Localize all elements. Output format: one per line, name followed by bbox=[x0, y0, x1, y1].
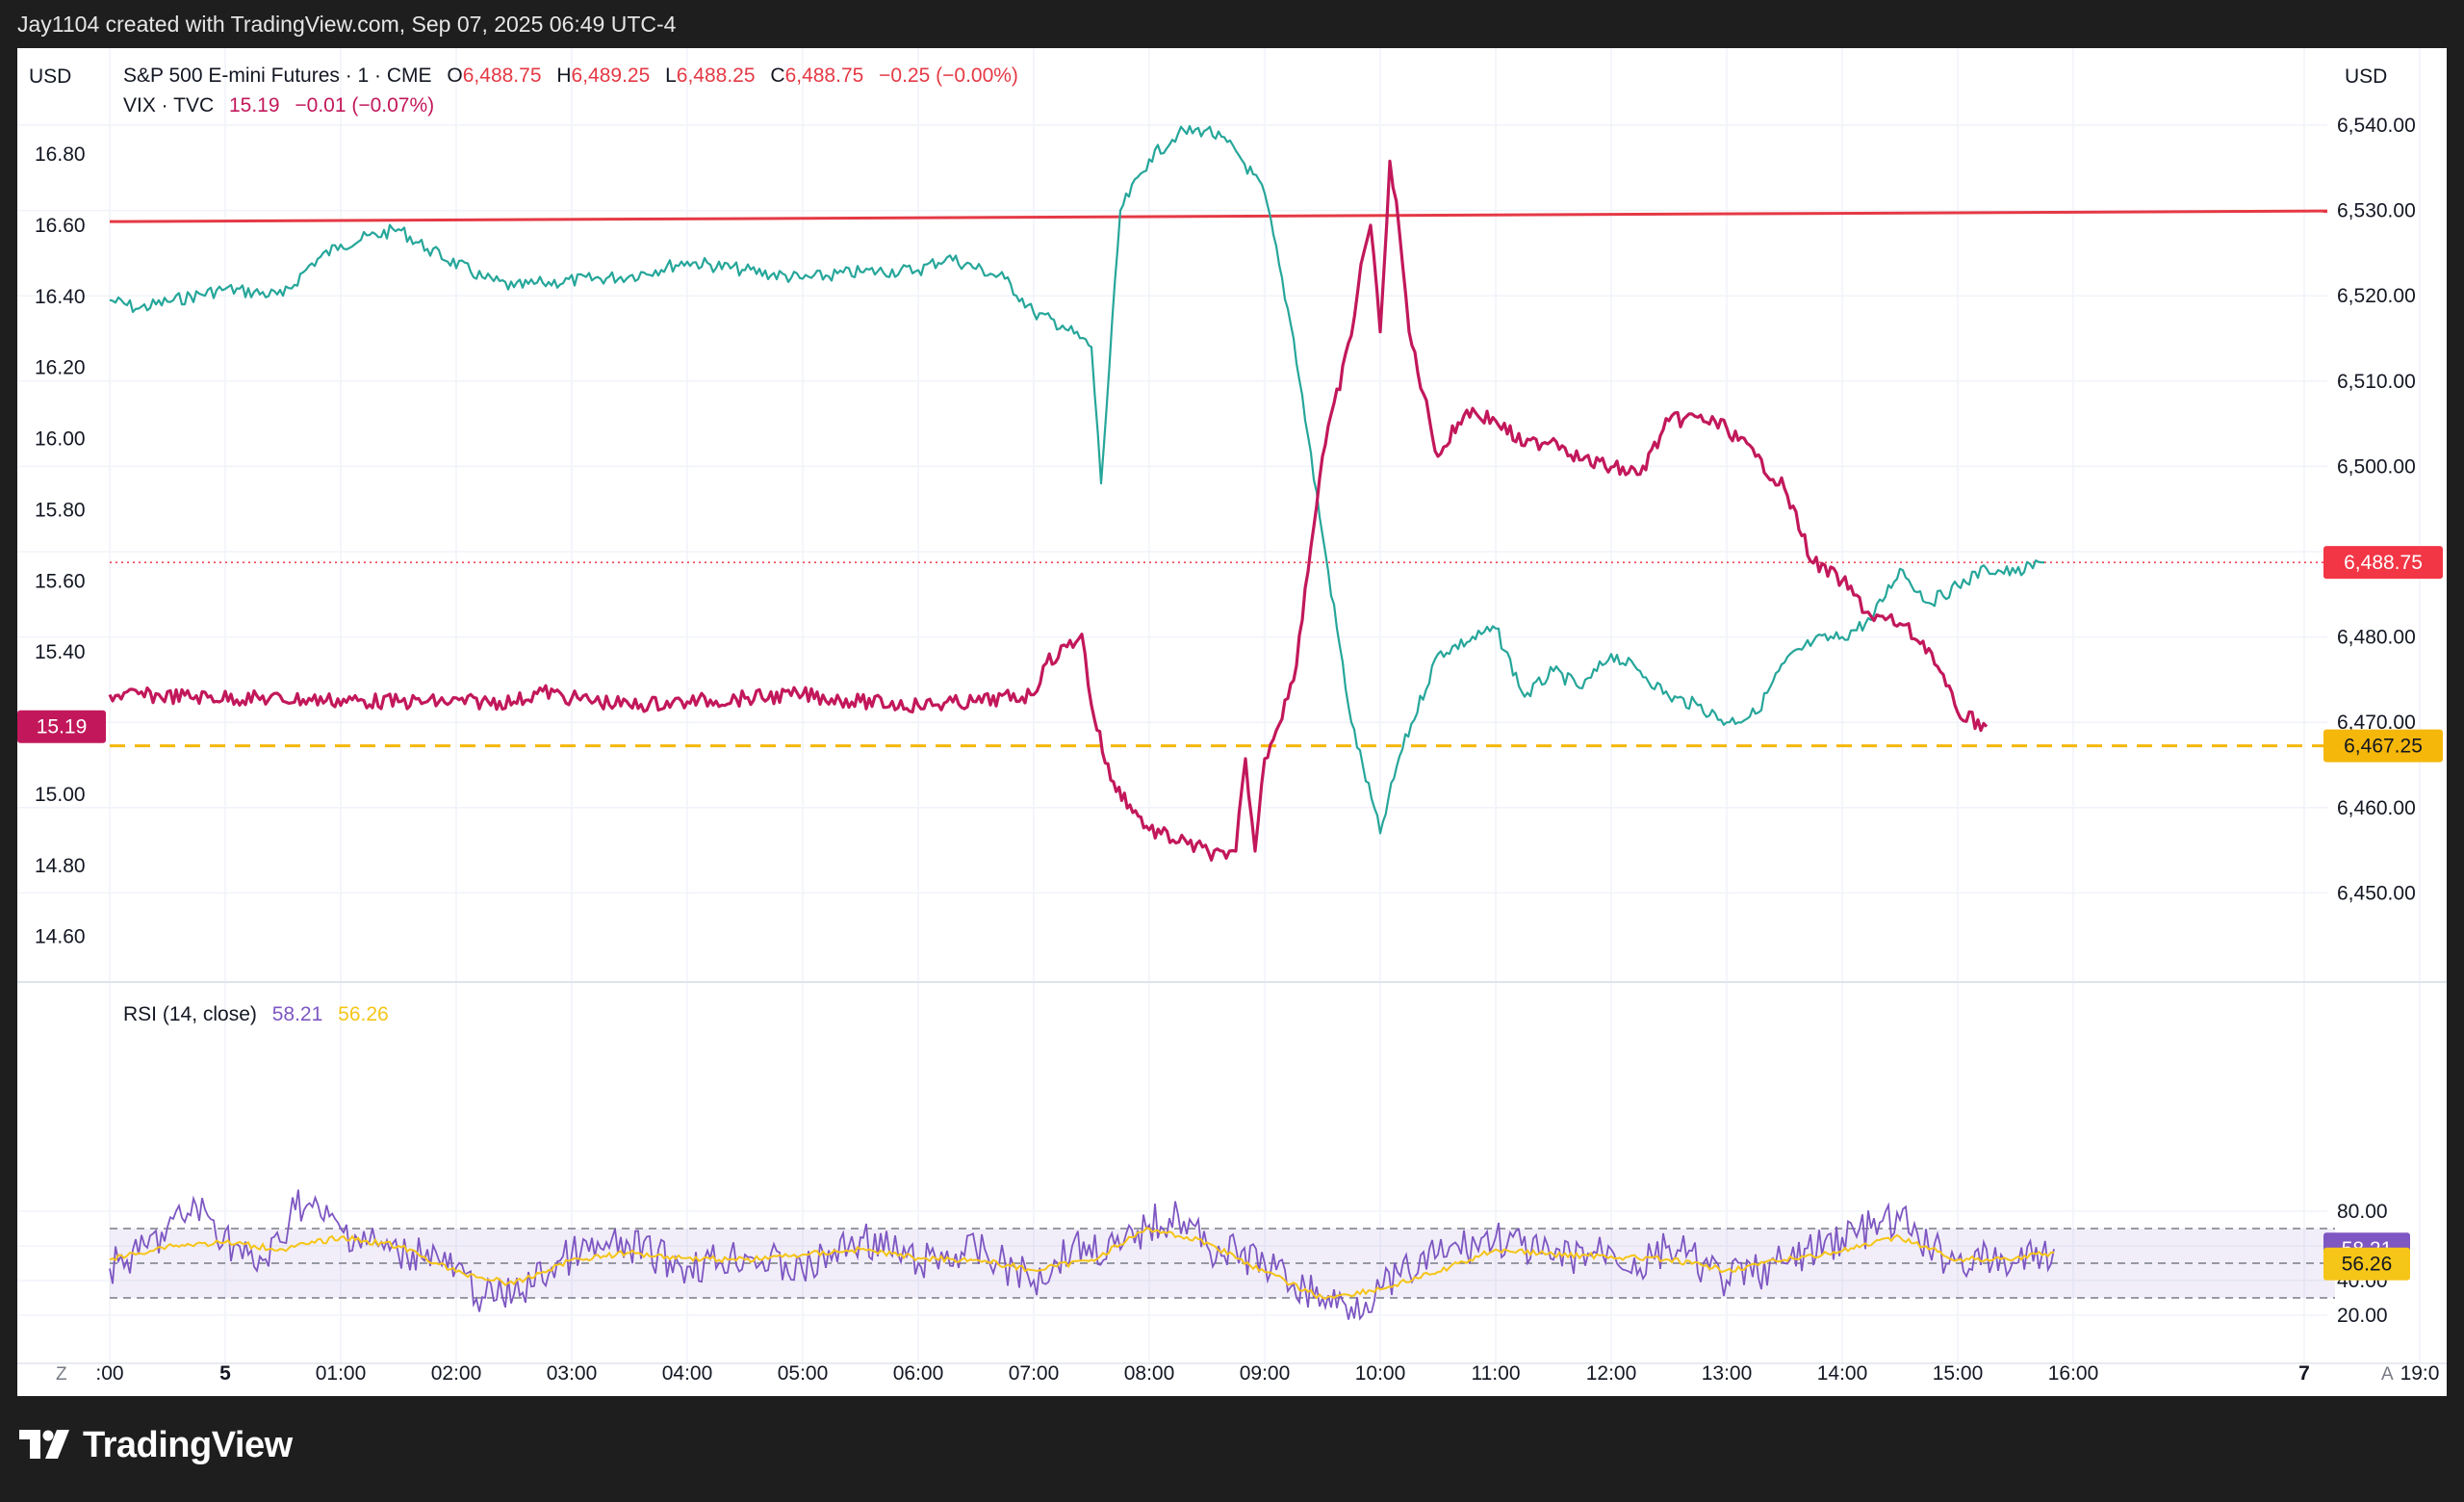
right-currency-label[interactable]: USD bbox=[2345, 65, 2387, 88]
attribution-bar: Jay1104 created with TradingView.com, Se… bbox=[0, 0, 2464, 48]
tradingview-logo-icon bbox=[19, 1429, 69, 1459]
time-axis-tick: 11:00 bbox=[1472, 1362, 1521, 1385]
z-button[interactable]: Z bbox=[56, 1364, 67, 1385]
rsi-axis-tick: 80.00 bbox=[2337, 1201, 2388, 1223]
time-axis-tick: 12:00 bbox=[1586, 1362, 1637, 1385]
change-value: −0.25 (−0.00%) bbox=[879, 65, 1018, 87]
right-axis-tick: 6,520.00 bbox=[2337, 285, 2416, 307]
left-axis-tick: 15.40 bbox=[35, 641, 86, 663]
left-axis-tick: 14.60 bbox=[35, 926, 86, 948]
low-label: L bbox=[665, 65, 677, 87]
left-axis-tick: 14.80 bbox=[35, 855, 86, 877]
time-axis-tick: 09:00 bbox=[1240, 1362, 1291, 1385]
left-axis-tick: 16.60 bbox=[35, 215, 86, 237]
footer-bar bbox=[0, 1396, 2464, 1502]
rsi-legend: RSI (14, close) 58.21 56.26 bbox=[123, 1003, 389, 1025]
high-label: H bbox=[556, 65, 571, 87]
left-axis-tick: 16.40 bbox=[35, 286, 86, 308]
time-axis-tick: 5 bbox=[219, 1362, 231, 1385]
close-label: C bbox=[770, 65, 784, 87]
axis-badges: 6,488.75 6,467.25 15.19 58.21 56.26 bbox=[17, 546, 2443, 1281]
open-label: O bbox=[447, 65, 462, 87]
open-value: 6,488.75 bbox=[463, 65, 542, 87]
vix-symbol-label[interactable]: VIX · TVC bbox=[123, 94, 214, 117]
rsi-ma-value: 56.26 bbox=[338, 1003, 389, 1025]
right-axis-tick: 6,500.00 bbox=[2337, 455, 2416, 478]
time-axis-tick: 01:00 bbox=[316, 1362, 367, 1385]
time-axis-tick: 07:00 bbox=[1009, 1362, 1060, 1385]
rsi-ma-badge: 56.26 bbox=[2342, 1254, 2393, 1276]
chart-panel[interactable]: 16.80 16.60 16.40 16.20 16.00 15.80 15.60 15.40… bbox=[17, 48, 2447, 1396]
right-axis-tick: 6,530.00 bbox=[2337, 200, 2416, 222]
left-axis-tick: 16.80 bbox=[35, 143, 86, 166]
time-axis-tick: 19:0 bbox=[2400, 1362, 2440, 1385]
axis-ticks: 16.80 16.60 16.40 16.20 16.00 15.80 15.60 15.40… bbox=[35, 115, 2439, 1385]
time-axis-tick: 15:00 bbox=[1933, 1362, 1984, 1385]
vix-value: 15.19 bbox=[229, 94, 280, 117]
time-axis-tick: :00 bbox=[95, 1362, 123, 1385]
low-value: 6,488.25 bbox=[677, 65, 756, 87]
time-axis-tick: 04:00 bbox=[662, 1362, 713, 1385]
vix-badge: 15.19 bbox=[37, 716, 88, 738]
rsi-value: 58.21 bbox=[272, 1003, 323, 1025]
left-axis-tick: 16.00 bbox=[35, 428, 86, 451]
time-axis-tick: 08:00 bbox=[1124, 1362, 1175, 1385]
time-axis-tick: 10:00 bbox=[1355, 1362, 1406, 1385]
left-axis-tick: 15.00 bbox=[35, 784, 86, 806]
right-axis-tick: 6,480.00 bbox=[2337, 627, 2416, 649]
time-axis-tick: 14:00 bbox=[1817, 1362, 1868, 1385]
vix-legend: VIX · TVC 15.19 −0.01 (−0.07%) bbox=[123, 94, 434, 117]
time-axis-tick: 02:00 bbox=[431, 1362, 482, 1385]
chart-svg[interactable]: 16.80 16.60 16.40 16.20 16.00 15.80 15.60 15.40… bbox=[17, 48, 2447, 1396]
a-button[interactable]: A bbox=[2381, 1364, 2394, 1385]
resistance-trendline[interactable] bbox=[109, 209, 2328, 223]
time-axis-tick: 03:00 bbox=[547, 1362, 598, 1385]
rsi-axis-tick: 20.00 bbox=[2337, 1305, 2388, 1327]
vix-series[interactable] bbox=[108, 159, 1989, 862]
main-legend: S&P 500 E-mini Futures · 1 · CME O6,488.… bbox=[123, 65, 1018, 87]
support-badge: 6,467.25 bbox=[2344, 736, 2423, 758]
vix-change: −0.01 (−0.07%) bbox=[295, 94, 434, 117]
main-symbol-label[interactable]: S&P 500 E-mini Futures · 1 · CME bbox=[123, 65, 432, 87]
time-axis-tick: 7 bbox=[2298, 1362, 2310, 1385]
right-axis-tick: 6,460.00 bbox=[2337, 797, 2416, 819]
tradingview-logo[interactable]: TradingView bbox=[19, 1425, 293, 1466]
attribution-text: Jay1104 created with TradingView.com, Se… bbox=[17, 12, 677, 37]
rsi-title[interactable]: RSI (14, close) bbox=[123, 1003, 257, 1025]
left-axis-tick: 15.80 bbox=[35, 499, 86, 521]
right-axis-tick: 6,450.00 bbox=[2337, 882, 2416, 904]
time-axis-tick: 05:00 bbox=[778, 1362, 829, 1385]
left-axis-tick: 15.60 bbox=[35, 570, 86, 592]
es-price-series[interactable] bbox=[109, 124, 2045, 835]
price-badge: 6,488.75 bbox=[2344, 552, 2423, 574]
close-value: 6,488.75 bbox=[785, 65, 864, 87]
time-axis-tick: 13:00 bbox=[1702, 1362, 1753, 1385]
right-axis-tick: 6,540.00 bbox=[2337, 115, 2416, 137]
time-axis-tick: 16:00 bbox=[2048, 1362, 2099, 1385]
time-axis-tick: 06:00 bbox=[893, 1362, 944, 1385]
left-axis-tick: 16.20 bbox=[35, 357, 86, 379]
high-value: 6,489.25 bbox=[572, 65, 651, 87]
tradingview-brand: TradingView bbox=[83, 1425, 293, 1465]
right-axis-tick: 6,510.00 bbox=[2337, 371, 2416, 393]
left-currency-label[interactable]: USD bbox=[29, 65, 71, 88]
